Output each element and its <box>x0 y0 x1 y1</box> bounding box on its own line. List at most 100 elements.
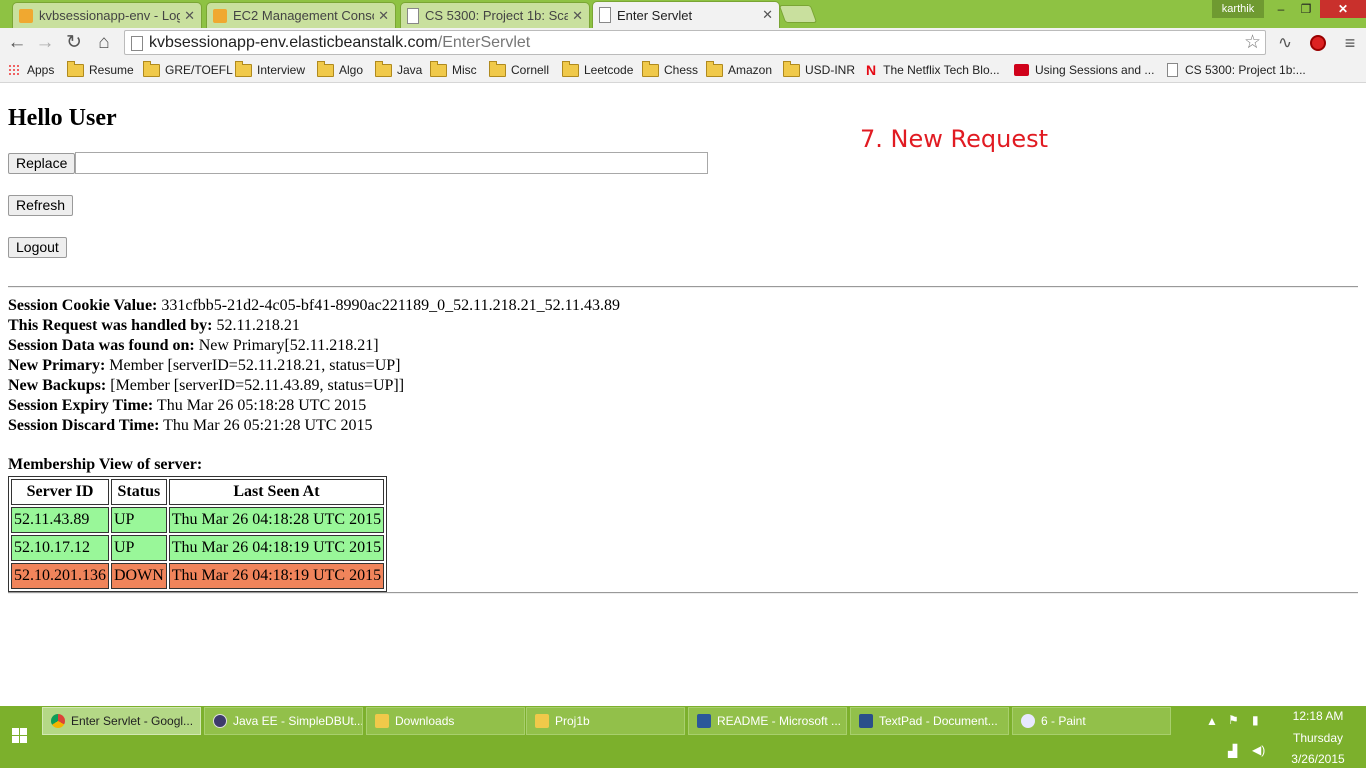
bookmark-apps[interactable]: Apps <box>8 62 54 78</box>
annotation-label: 7. New Request <box>860 125 1048 153</box>
bookmarks-bar: Apps Resume GRE/TOEFL Interview Algo Jav… <box>0 58 1366 83</box>
table-row: 52.10.17.12 UP Thu Mar 26 04:18:19 UTC 2… <box>11 535 385 561</box>
power-icon[interactable]: ▮ <box>1252 713 1259 727</box>
replace-input[interactable] <box>75 152 708 174</box>
bookmark-oracle[interactable]: Using Sessions and ... <box>1014 62 1154 78</box>
taskbar-item-proj1b[interactable]: Proj1b <box>526 707 685 735</box>
task-label: TextPad - Document... <box>879 714 998 728</box>
bookmark-usd-inr[interactable]: USD-INR <box>783 60 855 78</box>
bookmark-chess[interactable]: Chess <box>642 60 699 78</box>
windows-start-icon[interactable] <box>12 728 28 744</box>
maximize-button[interactable]: ❐ <box>1293 0 1319 18</box>
show-hidden-icons-icon[interactable]: ▲ <box>1206 714 1218 728</box>
bookmark-label: Java <box>397 63 423 77</box>
tab-title: CS 5300: Project 1b: Scala <box>425 8 569 23</box>
info-value: Thu Mar 26 05:18:28 UTC 2015 <box>153 397 367 414</box>
eclipse-icon <box>213 714 227 728</box>
table-header-row: Server ID Status Last Seen At <box>11 479 385 505</box>
bookmark-star-icon[interactable]: ☆ <box>1244 31 1261 54</box>
page-icon <box>1167 63 1178 77</box>
bookmark-gre-toefl[interactable]: GRE/TOEFL <box>143 60 233 78</box>
taskbar-item-downloads[interactable]: Downloads <box>366 707 525 735</box>
bookmark-misc[interactable]: Misc <box>430 60 477 78</box>
session-info: Session Cookie Value: 331cfbb5-21d2-4c05… <box>8 296 620 436</box>
last-seen-cell: Thu Mar 26 04:18:19 UTC 2015 <box>168 563 385 589</box>
new-backups-line: New Backups: [Member [serverID=52.11.43.… <box>8 376 620 396</box>
folder-icon <box>375 60 392 77</box>
textpad-icon <box>859 714 873 728</box>
bookmark-label: Leetcode <box>584 63 634 77</box>
page-icon <box>599 7 611 23</box>
last-seen-cell: Thu Mar 26 04:18:28 UTC 2015 <box>168 507 385 533</box>
close-window-button[interactable]: ✕ <box>1320 0 1366 18</box>
clock-day[interactable]: Thursday <box>1278 731 1358 745</box>
clock-time[interactable]: 12:18 AM <box>1278 709 1358 723</box>
bookmark-label: GRE/TOEFL <box>165 63 233 77</box>
logout-button[interactable]: Logout <box>8 237 67 258</box>
task-label: 6 - Paint <box>1041 714 1086 728</box>
folder-icon <box>430 60 447 77</box>
close-icon[interactable]: ✕ <box>762 7 773 23</box>
browser-toolbar: ← → ↻ ⌂ kvbsessionapp-env.elasticbeansta… <box>0 28 1366 58</box>
bookmark-label: The Netflix Tech Blo... <box>883 63 1000 77</box>
folder-icon <box>706 60 723 77</box>
close-icon[interactable]: ✕ <box>378 8 389 24</box>
bookmark-label: Chess <box>664 63 699 77</box>
bookmark-cornell[interactable]: Cornell <box>489 60 549 78</box>
taskbar-item-paint[interactable]: 6 - Paint <box>1012 707 1171 735</box>
tab-ec2[interactable]: EC2 Management Console ✕ <box>206 2 396 28</box>
refresh-button[interactable]: Refresh <box>8 195 74 216</box>
browser-titlebar: kvbsessionapp-env - Logs ✕ EC2 Managemen… <box>0 0 1366 28</box>
bookmark-amazon[interactable]: Amazon <box>706 60 772 78</box>
taskbar-item-textpad[interactable]: TextPad - Document... <box>850 707 1009 735</box>
info-value: New Primary[52.11.218.21] <box>194 337 379 354</box>
taskbar-item-chrome[interactable]: Enter Servlet - Googl... <box>42 707 201 735</box>
reload-icon[interactable]: ↻ <box>63 32 85 54</box>
network-signal-icon[interactable]: ▟ <box>1228 744 1237 758</box>
folder-icon <box>489 60 506 77</box>
bookmark-java[interactable]: Java <box>375 60 423 78</box>
menu-icon[interactable]: ≡ <box>1339 32 1361 54</box>
volume-icon[interactable]: ◀) <box>1252 743 1265 757</box>
data-found-line: Session Data was found on: New Primary[5… <box>8 336 620 356</box>
bookmark-resume[interactable]: Resume <box>67 60 134 78</box>
home-icon[interactable]: ⌂ <box>93 32 115 54</box>
bookmark-label: Resume <box>89 63 134 77</box>
back-arrow-icon[interactable]: ← <box>6 32 28 54</box>
table-row: 52.10.201.136 DOWN Thu Mar 26 04:18:19 U… <box>11 563 385 589</box>
taskbar-item-eclipse[interactable]: Java EE - SimpleDBUt... <box>204 707 363 735</box>
tab-project[interactable]: CS 5300: Project 1b: Scala ✕ <box>400 2 590 28</box>
new-tab-button[interactable] <box>778 5 818 23</box>
bookmark-netflix[interactable]: N The Netflix Tech Blo... <box>866 62 1000 78</box>
server-id-cell: 52.10.17.12 <box>11 535 109 561</box>
tab-title: Enter Servlet <box>617 7 693 23</box>
last-seen-cell: Thu Mar 26 04:18:19 UTC 2015 <box>168 535 385 561</box>
forward-arrow-icon[interactable]: → <box>34 32 56 54</box>
bookmark-algo[interactable]: Algo <box>317 60 363 78</box>
task-label: Java EE - SimpleDBUt... <box>233 714 363 728</box>
stop-extension-icon[interactable] <box>1307 32 1329 54</box>
minimize-button[interactable]: – <box>1268 0 1294 18</box>
info-label: Session Cookie Value: <box>8 297 158 314</box>
clock-date[interactable]: 3/26/2015 <box>1278 752 1358 766</box>
taskbar-item-word[interactable]: README - Microsoft ... <box>688 707 847 735</box>
pulse-extension-icon[interactable]: ∿ <box>1274 32 1296 54</box>
close-icon[interactable]: ✕ <box>184 8 195 24</box>
column-header: Last Seen At <box>168 479 385 505</box>
address-bar[interactable]: kvbsessionapp-env.elasticbeanstalk.com/E… <box>124 30 1266 55</box>
bookmark-leetcode[interactable]: Leetcode <box>562 60 634 78</box>
folder-icon <box>642 60 659 77</box>
action-center-flag-icon[interactable]: ⚑ <box>1228 713 1239 727</box>
close-icon[interactable]: ✕ <box>572 8 583 24</box>
server-id-cell: 52.11.43.89 <box>11 507 109 533</box>
tab-enter-servlet[interactable]: Enter Servlet ✕ <box>592 1 780 28</box>
taskbar: Enter Servlet - Googl... Java EE - Simpl… <box>0 706 1366 768</box>
folder-icon <box>375 714 389 728</box>
tab-logs[interactable]: kvbsessionapp-env - Logs ✕ <box>12 2 202 28</box>
replace-button[interactable]: Replace <box>8 153 76 174</box>
task-label: Enter Servlet - Googl... <box>71 714 194 728</box>
bookmark-cs5300[interactable]: CS 5300: Project 1b:... <box>1167 62 1306 78</box>
bookmark-label: Using Sessions and ... <box>1035 63 1155 77</box>
profile-badge[interactable]: karthik <box>1212 0 1264 18</box>
bookmark-interview[interactable]: Interview <box>235 60 305 78</box>
